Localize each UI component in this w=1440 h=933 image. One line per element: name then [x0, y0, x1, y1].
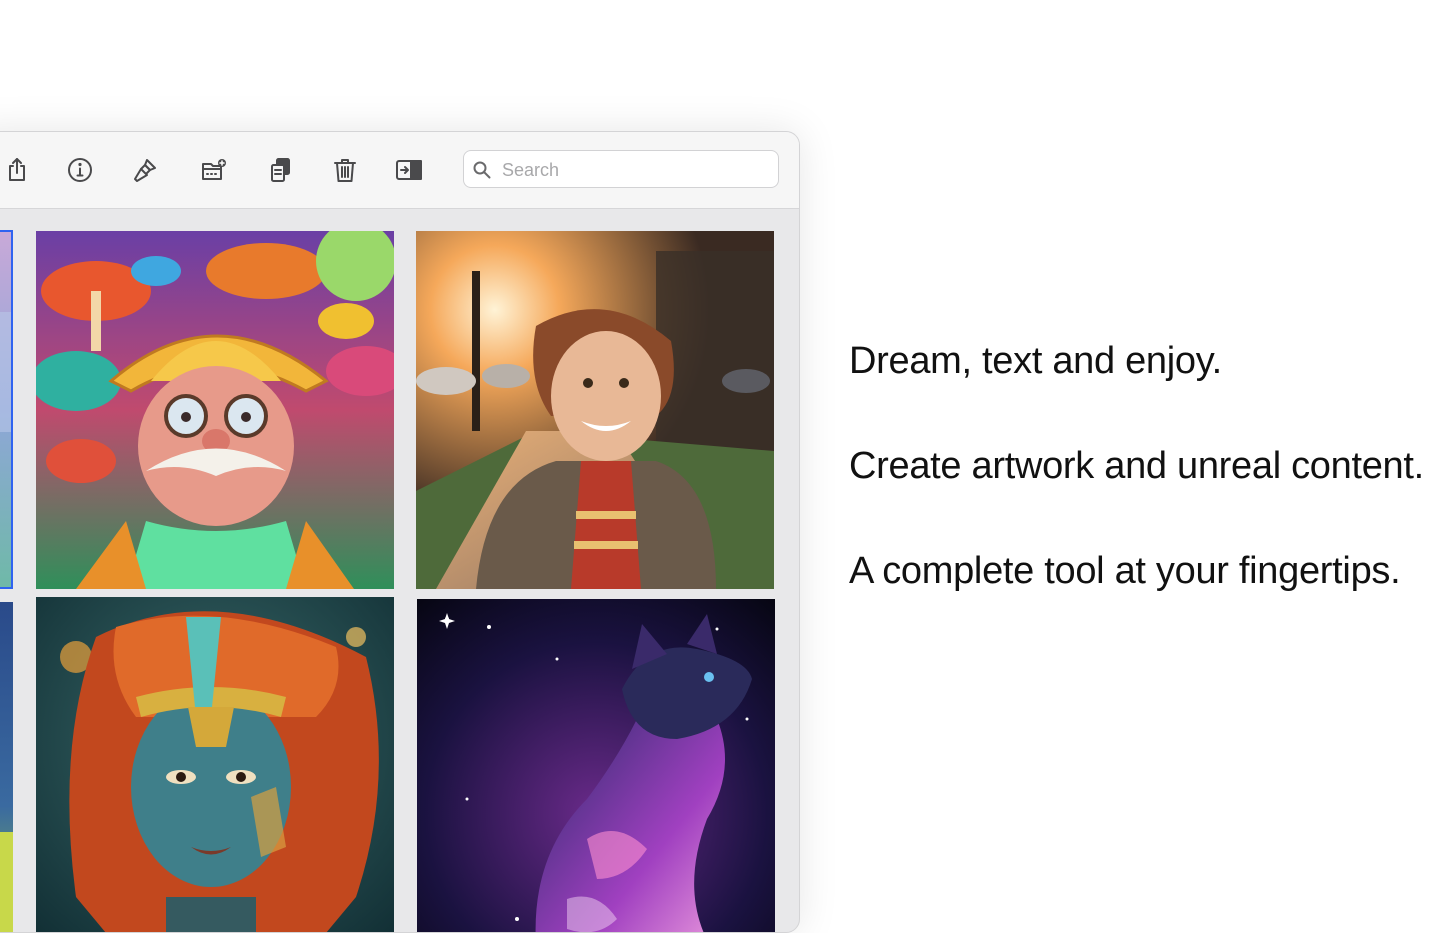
image-tile-mushroom-man[interactable]	[36, 231, 394, 589]
image-thumbnail	[36, 597, 394, 932]
image-tile-cosmic-cat[interactable]	[417, 599, 775, 932]
tagline-create: Create artwork and unreal content.	[849, 445, 1424, 487]
app-window	[0, 131, 800, 933]
share-button[interactable]	[0, 152, 37, 188]
image-tile-golden-headdress-woman[interactable]	[36, 597, 394, 932]
brush-button[interactable]	[125, 152, 165, 188]
info-button[interactable]	[60, 152, 100, 188]
trash-icon	[334, 159, 356, 182]
sidebar-toggle-icon	[396, 160, 422, 180]
image-tile-partial-left-top[interactable]	[0, 230, 13, 589]
search-field[interactable]	[463, 150, 779, 188]
image-tile-partial-left-bottom[interactable]	[0, 602, 13, 932]
brush-icon	[134, 159, 156, 182]
image-thumbnail	[416, 231, 774, 589]
share-icon	[9, 158, 25, 181]
sidebar-toggle-button[interactable]	[389, 152, 429, 188]
image-thumbnail	[0, 232, 11, 587]
duplicate-icon	[271, 158, 290, 182]
toolbar	[0, 132, 799, 209]
search-icon	[473, 161, 491, 179]
tagline-complete-tool: A complete tool at your fingertips.	[849, 550, 1401, 592]
image-grid	[0, 209, 799, 932]
image-thumbnail	[36, 231, 394, 589]
image-thumbnail	[0, 602, 13, 932]
move-to-folder-button[interactable]	[194, 152, 234, 188]
delete-button[interactable]	[325, 152, 365, 188]
tagline-dream: Dream, text and enjoy.	[849, 340, 1222, 382]
info-icon	[68, 158, 92, 182]
image-thumbnail	[417, 599, 775, 932]
search-input[interactable]	[500, 155, 772, 185]
folder-add-icon	[202, 159, 226, 180]
image-tile-boy-sunset[interactable]	[416, 231, 774, 589]
duplicate-button[interactable]	[261, 152, 301, 188]
